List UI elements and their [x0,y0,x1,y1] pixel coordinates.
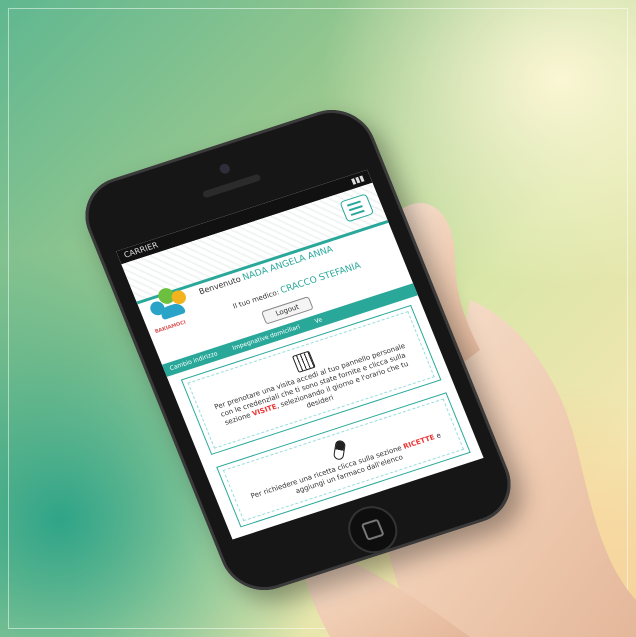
calendar-icon [291,350,316,373]
tab-visite[interactable]: Ve [313,314,325,328]
earpiece-speaker [201,173,262,199]
menu-line-icon [350,209,365,216]
recipes-highlight: RICETTE [402,433,436,451]
recipes-text: Per richiedere una ricetta clicca sulla … [249,431,443,501]
hamburger-menu-button[interactable] [339,193,375,223]
front-camera [218,162,232,175]
pill-icon [332,439,347,461]
